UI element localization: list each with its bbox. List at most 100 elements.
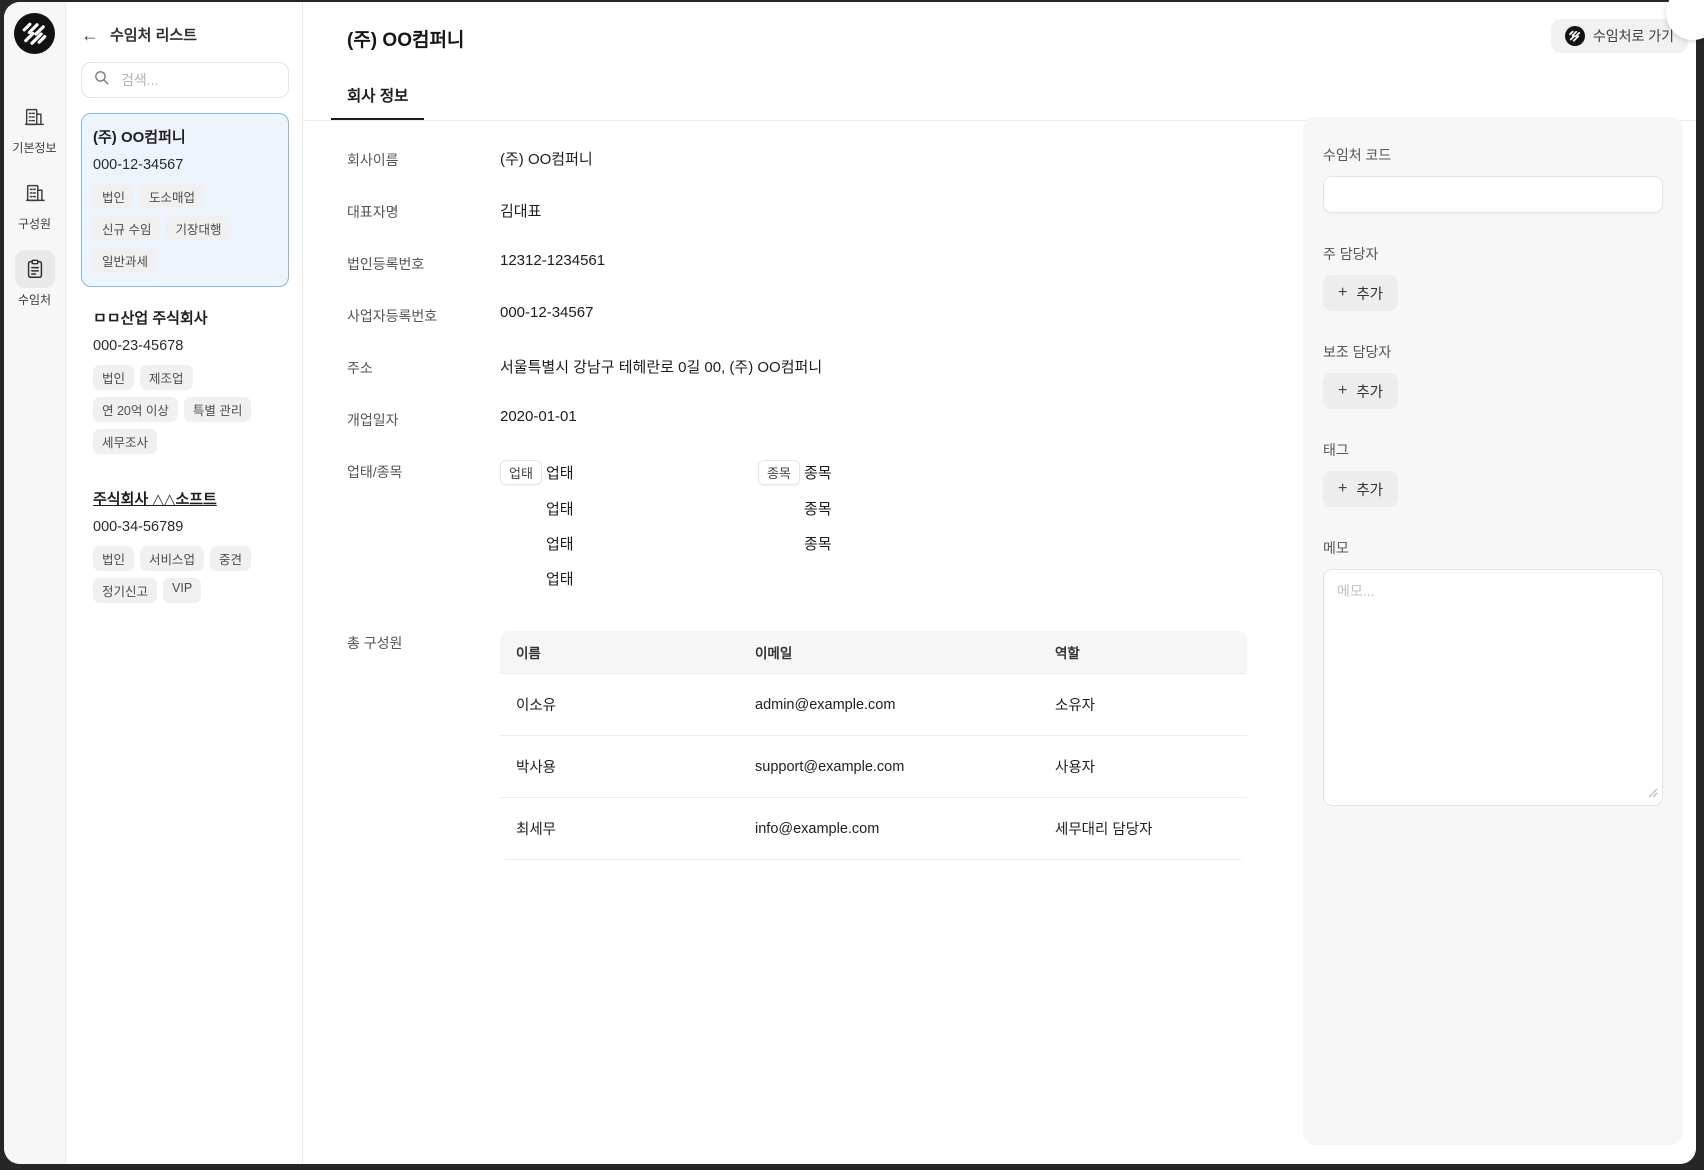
member-email: info@example.com: [739, 798, 1039, 860]
type-value: 업태: [546, 533, 574, 554]
tag-chip: 법인: [93, 365, 134, 390]
members-row: 총 구성원 이름 이메일 역할 이소유 admin@example.com: [347, 631, 1247, 860]
client-code-label: 수임처 코드: [1323, 145, 1663, 165]
secondary-manager-label: 보조 담당자: [1323, 342, 1663, 362]
company-card[interactable]: 주식회사 △△소프트 000-34-56789 법인 서비스업 중견 정기신고 …: [81, 475, 289, 617]
tag-chip: 신규 수임: [93, 216, 160, 241]
business-line: 업태 업태: [500, 460, 758, 485]
business-type-row: 업태/종목 업태 업태 업태 업태: [347, 460, 1247, 601]
company-tags: 법인 제조업 연 20억 이상 특별 관리 세무조사: [93, 365, 277, 454]
field-label: 개업일자: [347, 408, 500, 430]
company-card[interactable]: ㅁㅁ산업 주식회사 000-23-45678 법인 제조업 연 20억 이상 특…: [81, 294, 289, 468]
type-value: 업태: [546, 462, 574, 483]
back-arrow-icon[interactable]: ←: [81, 26, 99, 44]
field-row: 사업자등록번호 000-12-34567: [347, 304, 1247, 326]
business-item-column: 종목 종목 종목 종목: [758, 460, 832, 601]
memo-section: 메모: [1323, 538, 1663, 811]
table-row: 최세무 info@example.com 세무대리 담당자: [500, 798, 1247, 860]
tag-chip: 도소매업: [140, 184, 204, 209]
company-name: 주식회사 △△소프트: [93, 488, 277, 509]
tag-chip: 세무조사: [93, 429, 157, 454]
tags-section: 태그 + 추가: [1323, 440, 1663, 507]
tags-label: 태그: [1323, 440, 1663, 460]
field-value: 000-12-34567: [500, 304, 593, 326]
company-number: 000-12-34567: [93, 157, 277, 173]
building-icon: [14, 98, 54, 136]
business-columns: 업태 업태 업태 업태 업태: [500, 460, 832, 601]
search-input[interactable]: [119, 71, 304, 89]
company-name: ㅁㅁ산업 주식회사: [93, 307, 277, 328]
primary-manager-label: 주 담당자: [1323, 244, 1663, 264]
field-value: (주) OO컴퍼니: [500, 148, 593, 170]
tag-chip: VIP: [163, 578, 201, 603]
item-value: 종목: [804, 498, 832, 519]
app-logo-icon: [14, 13, 55, 54]
company-tags: 법인 서비스업 중견 정기신고 VIP: [93, 546, 277, 603]
field-label: 사업자등록번호: [347, 304, 500, 326]
tag-chip: 법인: [93, 546, 134, 571]
add-tag-button[interactable]: + 추가: [1323, 471, 1398, 507]
company-card[interactable]: (주) OO컴퍼니 000-12-34567 법인 도소매업 신규 수임 기장대…: [81, 113, 289, 287]
tab-company-info[interactable]: 회사 정보: [331, 84, 424, 120]
member-role: 사용자: [1039, 736, 1247, 798]
add-button-label: 추가: [1356, 479, 1383, 500]
tag-chip: 서비스업: [140, 546, 204, 571]
item-value: 종목: [804, 462, 832, 483]
field-value: 김대표: [500, 200, 541, 222]
member-name: 이소유: [500, 674, 739, 736]
tag-chip: 중견: [210, 546, 251, 571]
member-email: support@example.com: [739, 736, 1039, 798]
tag-chip: 연 20억 이상: [93, 397, 178, 422]
field-label: 주소: [347, 356, 500, 378]
member-name: 박사용: [500, 736, 739, 798]
sidebar-item-label: 수임처: [18, 291, 51, 308]
sidebar-item-label: 기본정보: [12, 139, 56, 156]
tag-chip: 제조업: [140, 365, 193, 390]
field-row: 대표자명 김대표: [347, 200, 1247, 222]
client-code-input[interactable]: [1323, 176, 1663, 213]
app-window: 기본정보 구성원 수임처: [4, 2, 1696, 1164]
field-row: 주소 서울특별시 강남구 테헤란로 0길 00, (주) OO컴퍼니: [347, 356, 1247, 378]
company-name: (주) OO컴퍼니: [93, 126, 277, 147]
building-icon: [15, 174, 55, 212]
field-value: 2020-01-01: [500, 408, 577, 430]
field-value: 서울특별시 강남구 테헤란로 0길 00, (주) OO컴퍼니: [500, 356, 822, 378]
field-label: 법인등록번호: [347, 252, 500, 274]
members-table: 이름 이메일 역할 이소유 admin@example.com 소유자 박사용: [500, 631, 1247, 860]
member-email: admin@example.com: [739, 674, 1039, 736]
memo-label: 메모: [1323, 538, 1663, 558]
business-line: 종목: [758, 496, 832, 520]
sidebar-item-label: 구성원: [18, 215, 51, 232]
company-number: 000-23-45678: [93, 338, 277, 354]
add-secondary-manager-button[interactable]: + 추가: [1323, 373, 1398, 409]
tab-bar: 회사 정보: [303, 84, 1696, 121]
client-meta-panel: 수임처 코드 주 담당자 + 추가 보조 담당자 + 추가 태그 +: [1303, 117, 1683, 1145]
sidebar-item-clients[interactable]: 수임처: [15, 250, 55, 308]
sidebar-item-members[interactable]: 구성원: [15, 174, 55, 232]
memo-textarea[interactable]: [1323, 569, 1663, 806]
field-row: 법인등록번호 12312-1234561: [347, 252, 1247, 274]
member-name: 최세무: [500, 798, 739, 860]
type-value: 업태: [546, 498, 574, 519]
main-content: 수임처로 가기 (주) OO컴퍼니 회사 정보 회사이름 (주) OO컴퍼니 대…: [303, 2, 1696, 1164]
add-primary-manager-button[interactable]: + 추가: [1323, 275, 1398, 311]
company-tags: 법인 도소매업 신규 수임 기장대행 일반과세: [93, 184, 277, 273]
sidebar-title: 수임처 리스트: [110, 24, 197, 45]
search-box[interactable]: [81, 62, 289, 98]
field-value: 12312-1234561: [500, 252, 605, 274]
add-button-label: 추가: [1356, 381, 1383, 402]
table-header-row: 이름 이메일 역할: [500, 631, 1247, 674]
add-button-label: 추가: [1356, 283, 1383, 304]
table-row: 이소유 admin@example.com 소유자: [500, 674, 1247, 736]
tag-chip: 기장대행: [166, 216, 230, 241]
go-to-client-label: 수임처로 가기: [1593, 26, 1674, 46]
column-header: 이름: [500, 631, 739, 674]
search-icon: [93, 69, 110, 91]
business-line: 업태: [500, 496, 758, 520]
column-header: 역할: [1039, 631, 1247, 674]
page-title: (주) OO컴퍼니: [347, 25, 1696, 52]
sidebar-header: ← 수임처 리스트: [81, 24, 289, 45]
type-badge: 업태: [500, 460, 542, 485]
sidebar-item-basic-info[interactable]: 기본정보: [12, 98, 56, 156]
secondary-manager-section: 보조 담당자 + 추가: [1323, 342, 1663, 409]
